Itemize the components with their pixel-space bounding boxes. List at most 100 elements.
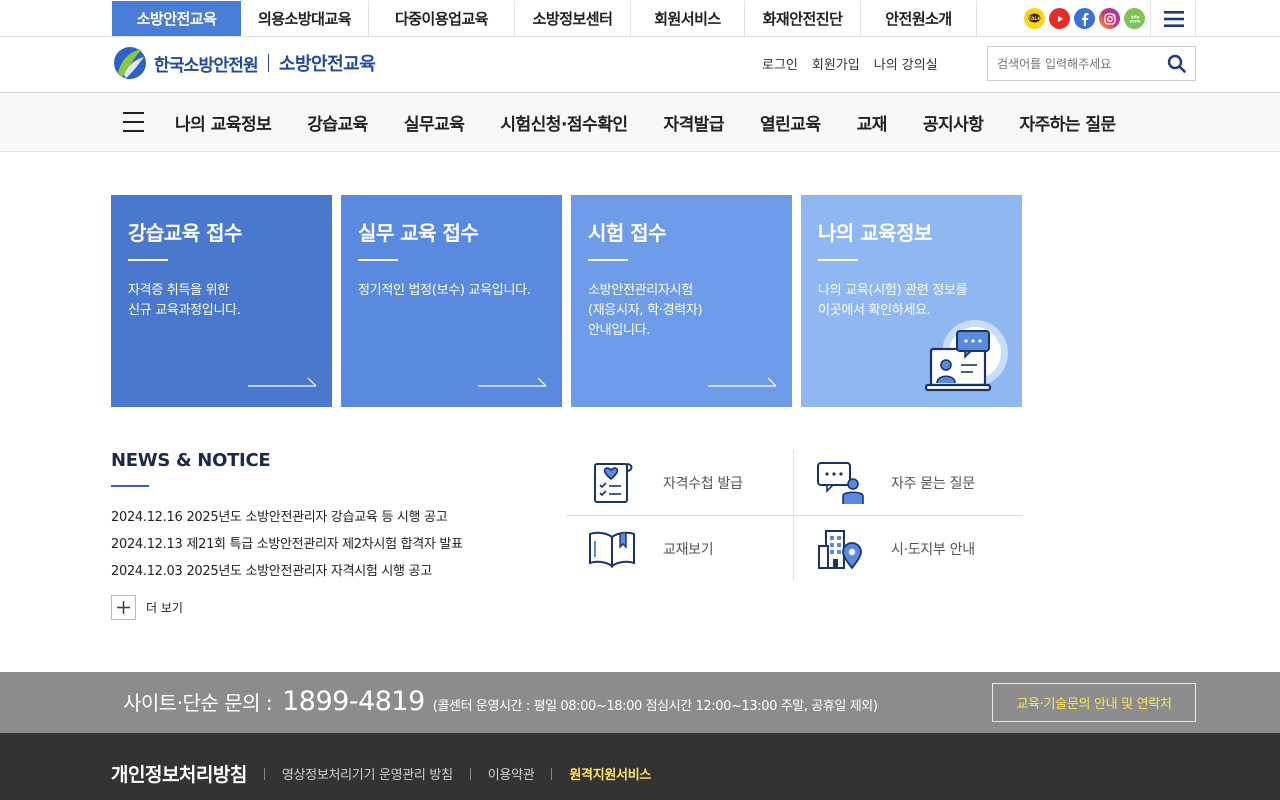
quick-link-label: 자격수첩 발급 <box>663 475 743 492</box>
news-text: 2025년도 소방안전관리자 강습교육 등 시행 공고 <box>186 510 448 525</box>
site-tabs: 소방안전교육 의용소방대교육 다중이용업교육 소방정보센터 회원서비스 화재안전… <box>112 1 977 36</box>
contact-bar: 사이트·단순 문의 : 1899-4819 (콜센터 운영시간 : 평일 08:… <box>0 672 1280 733</box>
instagram-icon[interactable] <box>1099 8 1120 29</box>
login-link[interactable]: 로그인 <box>762 54 798 73</box>
privacy-policy-link[interactable]: 개인정보처리방침 <box>111 760 247 787</box>
logo-org-name: 한국소방안전원 <box>154 55 259 76</box>
footer: 개인정보처리방침 영상정보처리기기 운영관리 방침 이용약관 원격지원서비스 <box>0 733 1280 800</box>
news-item[interactable]: 2024.12.16 2025년도 소방안전관리자 강습교육 등 시행 공고 <box>111 508 463 535</box>
card-title: 나의 교육정보 <box>818 221 932 245</box>
card-description: 나의 교육(시험) 관련 정보를 이곳에서 확인하세요. <box>818 283 968 318</box>
footer-divider <box>263 767 265 780</box>
youtube-icon[interactable] <box>1049 8 1070 29</box>
card-divider <box>128 259 168 261</box>
site-logo[interactable]: 한국소방안전원 소방안전교육 <box>112 45 376 81</box>
nav-certificate-issue[interactable]: 자격발급 <box>663 110 724 135</box>
logo-emblem-icon <box>114 47 146 79</box>
search-icon <box>1167 54 1186 73</box>
card-description: 소방안전관리자시험 (재응시자, 학·경력자) 안내입니다. <box>588 283 703 338</box>
quick-link-label: 교재보기 <box>663 541 714 558</box>
quick-link-label: 시·도지부 안내 <box>891 541 975 558</box>
arrow-right-icon <box>248 377 317 387</box>
contact-phone: 1899-4819 <box>282 686 425 717</box>
news-date: 2024.12.16 <box>111 510 183 525</box>
arrow-right-icon <box>478 377 547 387</box>
nav-practical-education[interactable]: 실무교육 <box>404 110 465 135</box>
news-text: 제21회 특급 소방안전관리자 제2차시험 합격자 발표 <box>186 537 463 552</box>
book-icon <box>586 525 638 573</box>
news-item[interactable]: 2024.12.03 2025년도 소방안전관리자 자격시험 시행 공고 <box>111 562 463 589</box>
card-title: 강습교육 접수 <box>128 221 242 245</box>
card-title: 실무 교육 접수 <box>358 221 479 245</box>
quick-link-textbook[interactable]: 교재보기 <box>566 516 794 581</box>
nav-training-course[interactable]: 강습교육 <box>307 110 368 135</box>
card-description: 정기적인 법정(보수) 교육입니다. <box>358 283 531 298</box>
kakao-icon[interactable]: TALK <box>1024 8 1045 29</box>
tab-member-service[interactable]: 회원서비스 <box>631 1 745 36</box>
tab-fire-info-center[interactable]: 소방정보센터 <box>515 1 631 36</box>
footer-divider <box>551 767 553 780</box>
nav-notice[interactable]: 공지사항 <box>923 110 984 135</box>
card-training-application[interactable]: 강습교육 접수 자격증 취득을 위한 신규 교육과정입니다. <box>111 195 332 407</box>
search-input[interactable] <box>988 47 1158 80</box>
card-practical-application[interactable]: 실무 교육 접수 정기적인 법정(보수) 교육입니다. <box>341 195 562 407</box>
contact-hours: (콜센터 운영시간 : 평일 08:00~18:00 점심시간 12:00~13… <box>432 699 878 714</box>
tab-about[interactable]: 안전원소개 <box>861 1 977 36</box>
online-lecture-icon <box>924 320 1008 392</box>
tech-inquiry-button[interactable]: 교육·기술문의 안내 및 연락처 <box>992 683 1196 722</box>
news-text: 2025년도 소방안전관리자 자격시험 시행 공고 <box>186 564 432 579</box>
nav-exam-application[interactable]: 시험신청·점수확인 <box>500 110 628 135</box>
main-navigation: 나의 교육정보 강습교육 실무교육 시험신청·점수확인 자격발급 열린교육 교재… <box>0 93 1280 152</box>
quick-link-faq[interactable]: 자주 묻는 질문 <box>794 450 1022 515</box>
quick-link-branch[interactable]: 시·도지부 안내 <box>794 516 1022 581</box>
logo-divider <box>267 54 269 72</box>
top-bar: 소방안전교육 의용소방대교육 다중이용업교육 소방정보센터 회원서비스 화재안전… <box>0 0 1280 37</box>
nav-faq[interactable]: 자주하는 질문 <box>1019 110 1116 135</box>
gnb-items: 나의 교육정보 강습교육 실무교육 시험신청·점수확인 자격발급 열린교육 교재… <box>175 93 1116 152</box>
facebook-icon[interactable] <box>1074 8 1095 29</box>
footer-links: 개인정보처리방침 영상정보처리기기 운영관리 방침 이용약관 원격지원서비스 <box>111 760 651 787</box>
header: 한국소방안전원 소방안전교육 로그인 회원가입 나의 강의실 <box>0 37 1280 93</box>
all-menu-icon[interactable] <box>123 112 144 132</box>
card-description: 자격증 취득을 위한 신규 교육과정입니다. <box>128 283 241 318</box>
site-menu-button[interactable] <box>1152 1 1196 36</box>
search-box <box>987 46 1196 81</box>
quick-link-label: 자주 묻는 질문 <box>891 475 975 492</box>
faq-icon <box>814 459 866 507</box>
nav-my-education[interactable]: 나의 교육정보 <box>175 110 272 135</box>
news-list: 2024.12.16 2025년도 소방안전관리자 강습교육 등 시행 공고 2… <box>111 508 463 589</box>
nav-open-education[interactable]: 열린교육 <box>760 110 821 135</box>
social-links: TALK info zone <box>1020 1 1151 36</box>
news-more-button[interactable]: 더 보기 <box>111 595 183 620</box>
news-date: 2024.12.13 <box>111 537 183 552</box>
more-label: 더 보기 <box>146 601 183 615</box>
card-exam-application[interactable]: 시험 접수 소방안전관리자시험 (재응시자, 학·경력자) 안내입니다. <box>571 195 792 407</box>
cctv-policy-link[interactable]: 영상정보처리기기 운영관리 방침 <box>282 764 453 783</box>
search-button[interactable] <box>1158 47 1194 80</box>
logo-site-name: 소방안전교육 <box>278 54 376 75</box>
building-location-icon <box>814 525 866 573</box>
nav-textbook[interactable]: 교재 <box>857 110 888 135</box>
tab-fire-safety-inspection[interactable]: 화재안전진단 <box>745 1 861 36</box>
svg-text:TALK: TALK <box>1028 16 1041 22</box>
remote-support-link[interactable]: 원격지원서비스 <box>569 764 651 783</box>
my-classroom-link[interactable]: 나의 강의실 <box>874 54 938 73</box>
terms-link[interactable]: 이용약관 <box>488 764 535 783</box>
quick-link-certificate[interactable]: 자격수첩 발급 <box>566 450 794 515</box>
news-item[interactable]: 2024.12.13 제21회 특급 소방안전관리자 제2차시험 합격자 발표 <box>111 535 463 562</box>
tab-multi-use-business-education[interactable]: 다중이용업교육 <box>369 1 515 36</box>
news-section-title: NEWS & NOTICE <box>111 450 271 471</box>
card-my-education[interactable]: 나의 교육정보 나의 교육(시험) 관련 정보를 이곳에서 확인하세요. <box>801 195 1022 407</box>
news-date: 2024.12.03 <box>111 564 183 579</box>
signup-link[interactable]: 회원가입 <box>812 54 860 73</box>
quick-links: 자격수첩 발급 자주 묻는 질문 교재보기 시·도지부 안내 <box>566 450 1023 581</box>
contact-label: 사이트·단순 문의 : <box>123 691 273 715</box>
tab-volunteer-fire-education[interactable]: 의용소방대교육 <box>241 1 369 36</box>
tab-fire-safety-education[interactable]: 소방안전교육 <box>112 1 241 36</box>
card-divider <box>358 259 398 261</box>
info-icon[interactable]: info zone <box>1124 8 1145 29</box>
contact-info: 사이트·단순 문의 : 1899-4819 (콜센터 운영시간 : 평일 08:… <box>123 686 878 717</box>
certificate-icon <box>586 459 638 507</box>
util-links: 로그인 회원가입 나의 강의실 <box>762 54 938 73</box>
news-title-underline <box>111 485 149 487</box>
